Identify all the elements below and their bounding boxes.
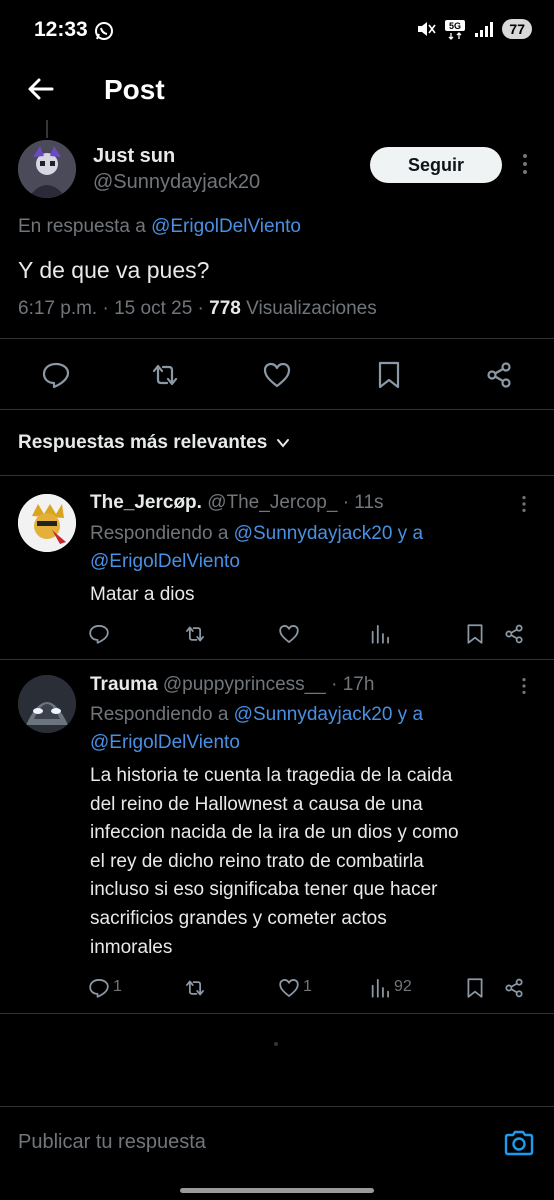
reply-header: Trauma @puppyprincess__ · 17h xyxy=(90,674,374,696)
author-handle[interactable]: @Sunnydayjack20 xyxy=(93,171,260,194)
home-indicator xyxy=(180,1188,374,1193)
reply-header: The_Jercøp. @The_Jercop_ · 11s xyxy=(90,492,384,514)
loading-indicator xyxy=(274,1042,278,1046)
reply-author-handle[interactable]: @The_Jercop_ xyxy=(207,492,337,513)
like-count: 1 xyxy=(303,978,312,995)
replying-handle-link[interactable]: @ErigolDelViento xyxy=(90,551,240,573)
views-count: 778 xyxy=(209,298,241,319)
svg-text:5G: 5G xyxy=(449,21,461,31)
status-time: 12:33 xyxy=(34,18,88,41)
divider xyxy=(0,1013,554,1014)
reply-author-name[interactable]: Trauma xyxy=(90,674,158,695)
bookmark-icon[interactable] xyxy=(464,623,486,645)
share-icon[interactable] xyxy=(503,977,525,999)
author-name[interactable]: Just sun xyxy=(93,145,175,168)
reply-author-name[interactable]: The_Jercøp. xyxy=(90,492,202,513)
signal-icon xyxy=(475,22,494,37)
avatar[interactable] xyxy=(18,675,76,733)
more-options-icon[interactable] xyxy=(520,676,528,696)
post-text: Y de que va pues? xyxy=(18,257,210,283)
replying-handle-link[interactable]: @ErigolDelViento xyxy=(90,732,240,754)
reply-time: · 17h xyxy=(331,674,375,695)
views-count: 92 xyxy=(394,978,412,995)
follow-button[interactable]: Seguir xyxy=(370,147,502,183)
reply-icon[interactable] xyxy=(88,623,110,645)
divider xyxy=(0,338,554,339)
bookmark-icon[interactable] xyxy=(464,977,486,999)
compose-bar xyxy=(0,1106,554,1200)
avatar[interactable] xyxy=(18,494,76,552)
reply-actions xyxy=(88,619,538,649)
views-icon[interactable] xyxy=(369,623,391,645)
avatar[interactable] xyxy=(18,140,76,198)
battery-indicator: 77 xyxy=(502,19,532,39)
share-icon[interactable] xyxy=(503,623,525,645)
reply-time: · 11s xyxy=(342,492,384,513)
chevron-down-icon xyxy=(277,439,290,448)
repost-icon[interactable] xyxy=(184,623,206,645)
post-meta: 6:17 p.m. · 15 oct 25 · 778 Visualizacio… xyxy=(18,298,377,319)
divider xyxy=(0,475,554,476)
thread-connector xyxy=(46,120,48,138)
whatsapp-icon xyxy=(95,22,113,40)
more-options-icon[interactable] xyxy=(520,494,528,514)
page-title: Post xyxy=(104,74,165,105)
network-5g-icon: 5G xyxy=(445,20,466,40)
like-icon[interactable] xyxy=(262,360,292,390)
repost-icon[interactable] xyxy=(150,360,180,390)
status-icons: 5G 77 xyxy=(416,18,532,40)
bookmark-icon[interactable] xyxy=(374,360,404,390)
replying-handle-link[interactable]: @Sunnydayjack20 y a xyxy=(234,704,423,725)
reply-text: La historia te cuenta la tragedia de la … xyxy=(90,765,459,958)
reply-count: 1 xyxy=(113,978,122,995)
repost-icon[interactable] xyxy=(184,977,206,999)
camera-icon[interactable] xyxy=(503,1127,535,1159)
divider xyxy=(0,409,554,410)
replying-handle-link[interactable]: @Sunnydayjack20 y a xyxy=(234,523,423,544)
mute-icon xyxy=(418,22,437,36)
divider xyxy=(0,659,554,660)
replies-sort-dropdown[interactable]: Respuestas más relevantes xyxy=(18,432,291,454)
reply-actions: 1 1 92 xyxy=(88,973,538,1003)
views-icon[interactable] xyxy=(369,977,391,999)
reply-icon[interactable] xyxy=(88,977,110,999)
like-icon[interactable] xyxy=(278,623,300,645)
share-icon[interactable] xyxy=(484,360,514,390)
reply-input[interactable] xyxy=(18,1131,478,1154)
reply-icon[interactable] xyxy=(41,360,71,390)
replying-to: Respondiendo a @Sunnydayjack20 y a xyxy=(90,523,424,544)
replying-to: Respondiendo a @Sunnydayjack20 y a xyxy=(90,704,424,725)
reply-author-handle[interactable]: @puppyprincess__ xyxy=(163,674,326,695)
reply-text: Matar a dios xyxy=(90,584,195,605)
like-icon[interactable] xyxy=(278,977,300,999)
reply-handle-link[interactable]: @ErigolDelViento xyxy=(151,216,301,237)
status-bar: 12:33 5G 77 xyxy=(0,0,554,62)
back-arrow-icon[interactable] xyxy=(24,72,58,106)
post-actions xyxy=(0,352,554,398)
reply-context: En respuesta a @ErigolDelViento xyxy=(18,216,301,237)
more-options-icon[interactable] xyxy=(520,152,530,176)
header: Post xyxy=(0,62,554,120)
